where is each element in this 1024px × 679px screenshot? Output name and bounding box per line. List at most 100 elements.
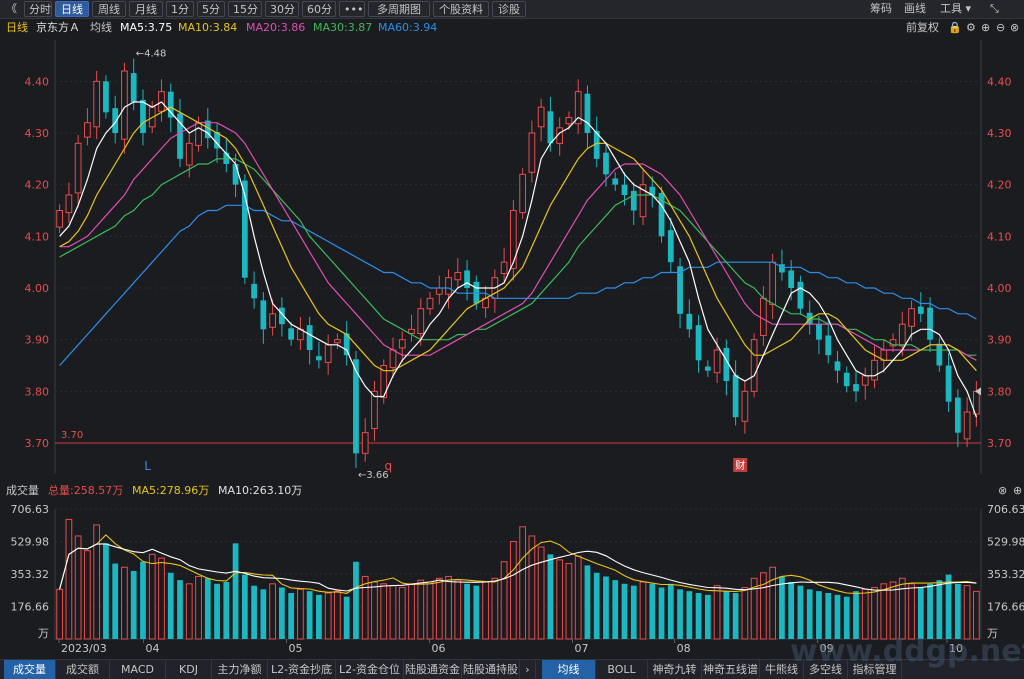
volume-bar (278, 587, 285, 639)
month-label: 04 (146, 642, 160, 655)
indicator-tab-2[interactable]: MACD (110, 660, 166, 679)
price-chart[interactable]: 4.40 4.40 4.30 4.30 4.20 4.20 4.10 4.10 4.00 4.00… (0, 0, 1024, 480)
y-tick-left: 4.30 (25, 127, 50, 140)
volume-bar (537, 546, 545, 640)
vol-tick-left: 万 (38, 627, 49, 640)
vol-tick-left: 353.32 (11, 568, 50, 581)
indicator-tab-12[interactable]: 神奇五线谱 (702, 660, 760, 679)
volume-bar (158, 557, 165, 640)
volume-bar (871, 586, 878, 640)
indicator-tab-11[interactable]: 神奇九转 (648, 660, 702, 679)
y-tick-left: 4.10 (25, 230, 50, 243)
indicator-tab-9[interactable]: 均线 (542, 660, 596, 679)
candle-body (74, 142, 82, 194)
volume-bar (704, 594, 711, 639)
report-marker: 财 (735, 459, 745, 472)
volume-bar (140, 561, 146, 639)
candle-body (713, 349, 721, 374)
candle-body (750, 339, 758, 392)
candle-body (537, 106, 545, 128)
volume-bar (639, 581, 647, 640)
volume-bar (816, 591, 822, 639)
volume-bar (686, 591, 693, 639)
y-tick-left: 4.20 (25, 179, 50, 192)
candle-body (324, 344, 332, 363)
volume-bar (621, 583, 628, 639)
volume-bar (574, 555, 582, 640)
candle-body (908, 308, 915, 327)
volume-bar (593, 572, 600, 639)
candle-body (316, 356, 322, 361)
indicator-tab-1[interactable]: 成交额 (56, 660, 110, 679)
volume-ma10: MA10:263.10万 (218, 484, 303, 497)
volume-bar (898, 577, 906, 640)
volume-bar (825, 593, 832, 639)
candle-body (334, 339, 341, 344)
candle-body (565, 117, 573, 125)
y-tick-left: 3.90 (25, 334, 50, 347)
volume-bar (861, 588, 869, 640)
candle-body (630, 190, 637, 211)
candle-body (103, 81, 109, 113)
indicator-tab-7[interactable]: 陆股通资金 (404, 660, 462, 679)
volume-bar (214, 583, 220, 639)
volume-bar (361, 575, 369, 640)
volume-bar (398, 586, 406, 640)
volume-bar (223, 581, 230, 639)
candle-body (621, 184, 628, 195)
volume-bar (260, 589, 267, 639)
candle-body (686, 313, 693, 330)
volume-bar (612, 580, 619, 639)
candle-body (435, 287, 443, 295)
candle-body (121, 70, 128, 140)
volume-bar (677, 589, 683, 639)
close-volume-icon[interactable]: ⊗ (998, 483, 1007, 499)
volume-bar (426, 581, 434, 640)
indicator-tab-0[interactable]: 成交量 (4, 660, 56, 679)
candle-body (788, 270, 795, 288)
candle-body (93, 80, 101, 128)
volume-bar (56, 588, 64, 640)
volume-bar (65, 518, 73, 640)
volume-bar (936, 580, 943, 639)
volume-bar (760, 572, 767, 640)
candle-body (695, 325, 702, 361)
indicator-tab-3[interactable]: KDJ (166, 660, 212, 679)
indicator-tab-8[interactable]: 陆股通持股 (462, 660, 520, 679)
indicator-tab-6[interactable]: L2-资金仓位 (336, 660, 404, 679)
volume-bar (519, 526, 527, 640)
high-label: ←4.48 (136, 49, 167, 60)
candle-body (769, 261, 777, 306)
volume-bar (889, 581, 897, 640)
volume-bar (121, 566, 128, 640)
volume-total: 总量:258.57万 (48, 484, 124, 497)
candle-body (954, 397, 961, 433)
volume-bar (464, 583, 470, 639)
vol-tick-left: 706.63 (11, 503, 50, 516)
volume-bar (232, 543, 239, 639)
volume-bar (556, 559, 564, 640)
indicator-tab-10[interactable]: BOLL (596, 660, 648, 679)
volume-bar (353, 561, 359, 639)
tabs-scroll-arrow[interactable]: › (520, 660, 536, 679)
volume-bar (732, 593, 739, 639)
y-tick-right: 3.70 (987, 437, 1012, 450)
event-marker-1: q (385, 459, 393, 473)
volume-bar (167, 572, 174, 639)
expand-volume-icon[interactable]: ⊕ (1013, 483, 1022, 499)
candle-body (834, 361, 841, 371)
volume-bar (435, 577, 443, 640)
candle-body (519, 173, 527, 214)
volume-bar (954, 583, 961, 639)
candle-body (454, 272, 462, 281)
candle-body (528, 132, 536, 173)
candle-body (56, 210, 64, 228)
volume-bar (741, 586, 749, 640)
volume-bar (713, 585, 721, 640)
indicator-tab-4[interactable]: 主力净额 (212, 660, 268, 679)
candle-body (861, 375, 869, 386)
event-marker-0: L (144, 459, 151, 473)
indicator-tab-5[interactable]: L2-资金抄底 (268, 660, 336, 679)
candle-body (816, 324, 822, 340)
volume-bar (84, 550, 91, 640)
